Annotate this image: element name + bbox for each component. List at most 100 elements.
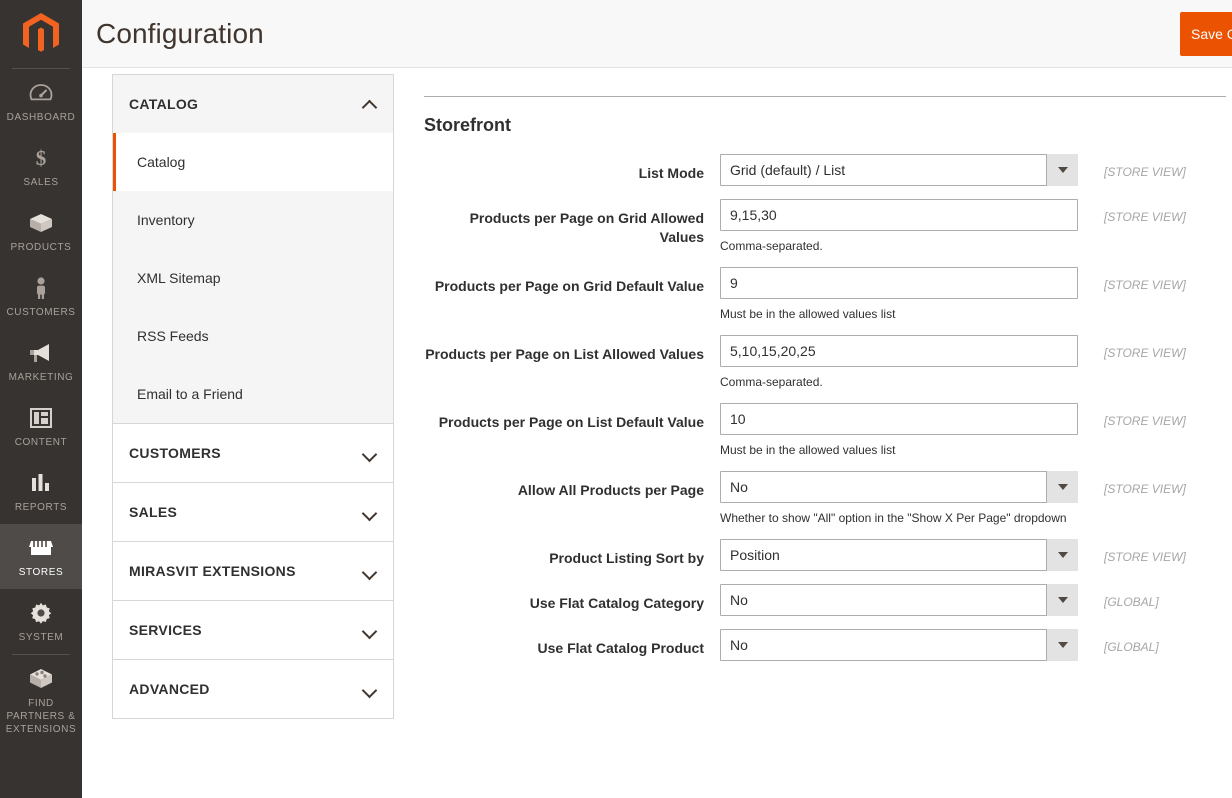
list-mode-select[interactable]: Grid (default) / List (720, 154, 1078, 186)
field-helper: Comma-separated. (720, 374, 1078, 390)
sidebar-item-customers[interactable]: Customers (0, 264, 82, 329)
field-use-flat-catalog-product: Use Flat Catalog Product No [GLOBAL] (424, 629, 1226, 661)
tree-section-advanced: Advanced (112, 659, 394, 719)
sidebar-item-products[interactable]: Products (0, 199, 82, 264)
bar-chart-icon (29, 470, 53, 496)
scope-label: [STORE VIEW] (1078, 335, 1186, 360)
select-value[interactable]: Position (720, 539, 1078, 571)
tree-section-label: Advanced (129, 681, 210, 697)
section-title-storefront: Storefront (424, 115, 1226, 136)
field-control: No Whether to show "All" option in the "… (720, 471, 1078, 526)
tree-section-services: Services (112, 600, 394, 659)
sidebar-label: Content (15, 436, 68, 449)
tree-section-header-mirasvit-extensions[interactable]: Mirasvit Extensions (113, 542, 393, 600)
select-value[interactable]: No (720, 629, 1078, 661)
field-control: Must be in the allowed values list (720, 403, 1078, 458)
gear-icon (29, 600, 53, 626)
config-form: Storefront List Mode Grid (default) / Li… (424, 96, 1226, 661)
sidebar-item-find-partners[interactable]: Find Partners & Extensions (0, 655, 82, 746)
chevron-down-icon[interactable] (1046, 471, 1078, 503)
field-helper: Whether to show "All" option in the "Sho… (720, 510, 1078, 526)
use-flat-catalog-product-select[interactable]: No (720, 629, 1078, 661)
chevron-down-icon[interactable] (1046, 629, 1078, 661)
sidebar-item-stores[interactable]: Stores (0, 524, 82, 589)
tree-item-inventory[interactable]: Inventory (113, 191, 393, 249)
field-label: Allow All Products per Page (424, 471, 720, 500)
tree-section-header-catalog[interactable]: Catalog (113, 75, 393, 133)
save-config-button[interactable]: Save Config (1180, 12, 1232, 56)
select-value[interactable]: No (720, 584, 1078, 616)
field-label: List Mode (424, 154, 720, 183)
form-top-divider (424, 96, 1226, 97)
grid-default-value-input[interactable] (720, 267, 1078, 299)
field-allow-all-products-per-page: Allow All Products per Page No Whether t… (424, 471, 1226, 526)
sidebar-item-sales[interactable]: $ Sales (0, 134, 82, 199)
list-allowed-values-input[interactable] (720, 335, 1078, 367)
field-helper: Must be in the allowed values list (720, 442, 1078, 458)
select-value[interactable]: Grid (default) / List (720, 154, 1078, 186)
field-helper: Comma-separated. (720, 238, 1078, 254)
tree-item-email-to-a-friend[interactable]: Email to a Friend (113, 365, 393, 423)
field-label: Product Listing Sort by (424, 539, 720, 568)
extension-box-icon (28, 666, 54, 692)
tree-item-label: Inventory (137, 212, 195, 228)
page-title: Configuration (96, 18, 264, 50)
sidebar-item-dashboard[interactable]: Dashboard (0, 69, 82, 134)
chevron-down-icon[interactable] (1046, 584, 1078, 616)
sidebar-label: Sales (23, 176, 58, 189)
tree-section-sales: Sales (112, 482, 394, 541)
tree-section-header-sales[interactable]: Sales (113, 483, 393, 541)
use-flat-catalog-category-select[interactable]: No (720, 584, 1078, 616)
field-control: Comma-separated. (720, 335, 1078, 390)
config-tree: Catalog Catalog Inventory XML Sitema (112, 74, 394, 719)
svg-text:$: $ (36, 146, 47, 170)
sidebar-item-reports[interactable]: Reports (0, 459, 82, 524)
tree-item-rss-feeds[interactable]: RSS Feeds (113, 307, 393, 365)
field-product-listing-sort-by: Product Listing Sort by Position [STORE … (424, 539, 1226, 571)
list-default-value-input[interactable] (720, 403, 1078, 435)
sidebar-label: Marketing (9, 371, 74, 384)
sidebar-item-content[interactable]: Content (0, 394, 82, 459)
chevron-down-icon[interactable] (1046, 539, 1078, 571)
scope-label: [STORE VIEW] (1078, 539, 1186, 564)
tree-section-label: Sales (129, 504, 177, 520)
tree-section-header-advanced[interactable]: Advanced (113, 660, 393, 718)
chevron-down-icon (363, 508, 377, 517)
scope-label: [STORE VIEW] (1078, 403, 1186, 428)
chevron-down-icon (363, 567, 377, 576)
tree-section-label: Catalog (129, 96, 198, 112)
sidebar-label: Stores (19, 566, 64, 579)
field-label: Use Flat Catalog Product (424, 629, 720, 658)
chevron-down-icon (363, 449, 377, 458)
field-control: Comma-separated. (720, 199, 1078, 254)
config-tree-column: Catalog Catalog Inventory XML Sitema (82, 68, 394, 798)
tree-section-customers: Customers (112, 423, 394, 482)
dashboard-icon (29, 80, 53, 106)
grid-allowed-values-input[interactable] (720, 199, 1078, 231)
sidebar-label: Reports (15, 501, 67, 514)
chevron-down-icon[interactable] (1046, 154, 1078, 186)
tree-item-label: XML Sitemap (137, 270, 221, 286)
magento-logo[interactable] (0, 0, 82, 68)
dollar-icon: $ (29, 145, 53, 171)
tree-item-catalog[interactable]: Catalog (113, 133, 393, 191)
sidebar-item-marketing[interactable]: Marketing (0, 329, 82, 394)
field-label: Products per Page on List Allowed Values (424, 335, 720, 364)
allow-all-products-select[interactable]: No (720, 471, 1078, 503)
field-label: Products per Page on List Default Value (424, 403, 720, 432)
tree-item-label: RSS Feeds (137, 328, 209, 344)
main-region: Configuration Save Config Catalog Cat (82, 0, 1232, 798)
magento-logo-icon (21, 12, 61, 56)
product-listing-sort-select[interactable]: Position (720, 539, 1078, 571)
config-form-column: Storefront List Mode Grid (default) / Li… (394, 68, 1232, 798)
tree-section-header-services[interactable]: Services (113, 601, 393, 659)
admin-page: Dashboard $ Sales Products (0, 0, 1232, 798)
sidebar-item-system[interactable]: System (0, 589, 82, 654)
store-icon (28, 535, 54, 561)
select-value[interactable]: No (720, 471, 1078, 503)
chevron-down-icon (363, 685, 377, 694)
tree-section-label: Services (129, 622, 202, 638)
tree-item-label: Email to a Friend (137, 386, 243, 402)
tree-section-header-customers[interactable]: Customers (113, 424, 393, 482)
tree-item-xml-sitemap[interactable]: XML Sitemap (113, 249, 393, 307)
